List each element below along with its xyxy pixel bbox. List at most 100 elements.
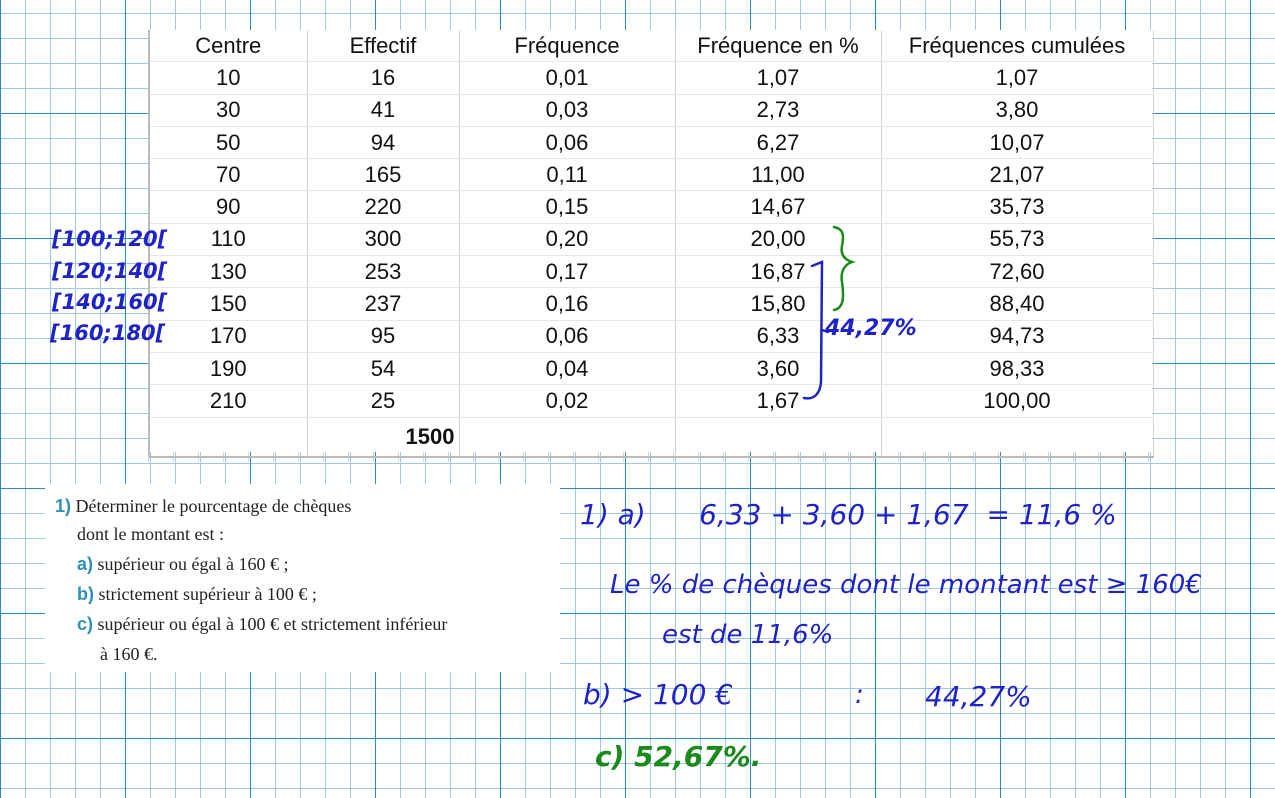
table-cell: 11,00 — [675, 158, 882, 192]
green-brace — [832, 225, 856, 312]
table-cell: 0,01 — [459, 61, 676, 95]
answer-a-sentence: Le % de chèques dont le montant est ≥ 16… — [610, 570, 1202, 600]
column-header: Centre — [148, 30, 308, 63]
table-cell: 0,17 — [459, 255, 676, 289]
table-cell: 70 — [148, 158, 308, 192]
table-cell: 0,02 — [459, 384, 676, 418]
table-cell: 0,11 — [459, 158, 676, 192]
total-row: 1500 — [148, 417, 1154, 458]
table-row: 50 94 0,06 6,27 10,07 — [148, 126, 1154, 160]
exercise-item-a: a) supérieur ou égal à 160 € ; — [77, 554, 288, 575]
table-cell: 0,15 — [459, 190, 676, 224]
table-cell: 0,16 — [459, 287, 676, 321]
table-cell: 220 — [307, 190, 460, 224]
total-effectif: 1500 — [307, 417, 460, 458]
table-cell — [459, 417, 676, 458]
header-row: Centre Effectif Fréquence Fréquence en % Fré… — [148, 30, 1154, 63]
table-cell: 300 — [307, 223, 460, 257]
table-cell: 110 — [148, 223, 308, 257]
table-row: 30 41 0,03 2,73 3,80 — [148, 94, 1154, 127]
table-row: 10 16 0,01 1,07 1,07 — [148, 61, 1154, 95]
table-cell: 150 — [148, 287, 308, 321]
interval-label-2: [120;140[ — [52, 259, 168, 283]
table-row: 210 25 0,02 1,67 100,00 — [148, 384, 1154, 418]
table-cell: 90 — [148, 190, 308, 224]
interval-label-3: [140;160[ — [52, 290, 168, 314]
frequency-table: Centre Effectif Fréquence Fréquence en % Fré… — [148, 30, 1154, 458]
table-cell: 100,00 — [881, 384, 1154, 418]
table-cell: 237 — [307, 287, 460, 321]
table-cell: 0,04 — [459, 352, 676, 386]
table-cell: 1,07 — [675, 61, 882, 95]
exercise-item-c: c) supérieur ou égal à 100 € et strictem… — [77, 614, 447, 635]
table-cell: 41 — [307, 94, 460, 127]
table-cell: 98,33 — [881, 352, 1154, 386]
table-cell: 94 — [307, 126, 460, 160]
answer-c: c) 52,67%. — [595, 740, 762, 773]
answer-a-calculation: 1) a) 6,33 + 3,60 + 1,67 = 11,6 % — [580, 498, 1117, 531]
data-table: Centre Effectif Fréquence Fréquence en % Fré… — [148, 30, 1154, 458]
table-cell: 0,03 — [459, 94, 676, 127]
column-header: Effectif — [307, 30, 460, 63]
exercise-text-1: Déterminer le pourcentage de chèques — [75, 496, 352, 516]
item-b-text: strictement supérieur à 100 € ; — [98, 584, 317, 604]
table-row: 190 54 0,04 3,60 98,33 — [148, 352, 1154, 386]
table-cell: 6,27 — [675, 126, 882, 160]
column-header: Fréquence en % — [675, 30, 882, 63]
table-row: 170 95 0,06 6,33 94,73 — [148, 320, 1154, 353]
table-cell: 72,60 — [881, 255, 1154, 289]
answer-a-sentence-2: est de 11,6% — [662, 620, 834, 650]
exercise-line-1: 1) Déterminer le pourcentage de chèques — [55, 496, 351, 517]
exercise-statement: 1) Déterminer le pourcentage de chèques … — [45, 484, 560, 672]
table-cell: 30 — [148, 94, 308, 127]
table-cell: 88,40 — [881, 287, 1154, 321]
answer-b-colon: : — [855, 680, 864, 710]
table-cell: 210 — [148, 384, 308, 418]
table-cell: 95 — [307, 320, 460, 353]
column-header: Fréquence — [459, 30, 676, 63]
table-cell: 130 — [148, 255, 308, 289]
table-row: 90 220 0,15 14,67 35,73 — [148, 190, 1154, 224]
item-c-text-2: à 160 €. — [100, 644, 158, 664]
table-cell: 1,07 — [881, 61, 1154, 95]
table-cell: 50 — [148, 126, 308, 160]
table-cell: 253 — [307, 255, 460, 289]
item-c-label: c) — [77, 614, 94, 634]
item-b-label: b) — [77, 584, 94, 604]
table-cell: 3,80 — [881, 94, 1154, 127]
answer-b-label: b) > 100 € — [583, 678, 734, 711]
item-a-text: supérieur ou égal à 160 € ; — [97, 554, 289, 574]
table-cell: 14,67 — [675, 190, 882, 224]
table-cell — [148, 417, 308, 458]
table-cell: 10,07 — [881, 126, 1154, 160]
column-header: Fréquences cumulées — [881, 30, 1154, 63]
table-cell — [675, 417, 882, 458]
table-cell: 0,06 — [459, 126, 676, 160]
table-cell: 0,20 — [459, 223, 676, 257]
table-cell: 0,06 — [459, 320, 676, 353]
brace-sum-label: 44,27% — [825, 316, 917, 341]
table-cell: 54 — [307, 352, 460, 386]
exercise-text-2: dont le montant est : — [77, 524, 224, 544]
exercise-number: 1) — [55, 496, 72, 516]
table-row: 150 237 0,16 15,80 88,40 — [148, 287, 1154, 321]
table-cell: 25 — [307, 384, 460, 418]
item-c-text: supérieur ou égal à 100 € et strictement… — [97, 614, 448, 634]
table-row: 110 300 0,20 20,00 55,73 — [148, 223, 1154, 257]
table-cell: 2,73 — [675, 94, 882, 127]
table-cell: 55,73 — [881, 223, 1154, 257]
exercise-item-b: b) strictement supérieur à 100 € ; — [77, 584, 317, 605]
item-a-label: a) — [77, 554, 94, 574]
table-cell: 21,07 — [881, 158, 1154, 192]
table-cell: 35,73 — [881, 190, 1154, 224]
interval-label-1: [100;120[ — [52, 227, 168, 251]
table-cell — [881, 417, 1154, 458]
table-row: 70 165 0,11 11,00 21,07 — [148, 158, 1154, 192]
table-body: Centre Effectif Fréquence Fréquence en % Fré… — [148, 30, 1154, 458]
table-cell: 190 — [148, 352, 308, 386]
interval-label-4: [160;180[ — [50, 321, 166, 345]
table-cell: 170 — [148, 320, 308, 353]
blue-bracket — [802, 260, 824, 400]
sheet-bottom-ruler — [148, 452, 1152, 462]
table-cell: 16 — [307, 61, 460, 95]
